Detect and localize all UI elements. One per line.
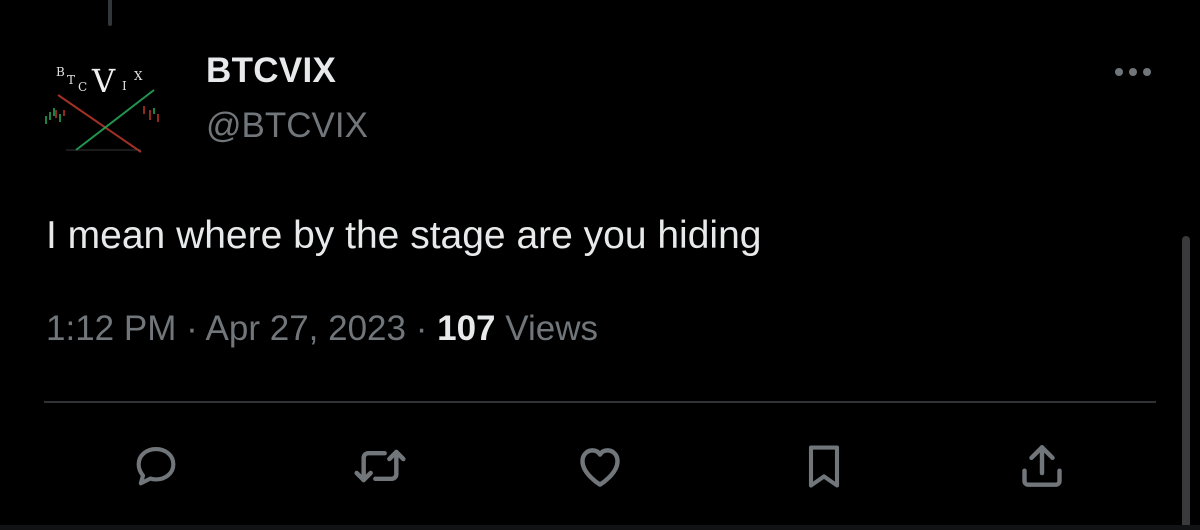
bookmark-button[interactable] <box>794 438 854 494</box>
tweet-metadata: 1:12 PM · Apr 27, 2023 · 107 Views <box>46 309 598 349</box>
avatar-letter: B <box>56 65 65 79</box>
like-button[interactable] <box>570 438 630 494</box>
avatar-letter: C <box>78 80 87 94</box>
views-label: Views <box>505 309 598 348</box>
retweet-button[interactable] <box>350 438 410 494</box>
more-dots-icon <box>1115 68 1151 76</box>
divider <box>44 401 1156 403</box>
speech-bubble-icon <box>136 447 176 486</box>
reply-button[interactable] <box>126 438 186 494</box>
user-handle[interactable]: @BTCVIX <box>206 106 368 146</box>
share-upload-icon <box>1022 445 1062 487</box>
avatar-letter: X <box>134 69 143 83</box>
bookmark-icon <box>808 445 840 488</box>
meta-separator: · <box>415 309 428 348</box>
bottom-edge <box>0 525 1200 530</box>
meta-separator: · <box>186 309 198 348</box>
retweet-arrows-icon <box>354 449 406 483</box>
share-button[interactable] <box>1012 438 1072 494</box>
tweet-date[interactable]: Apr 27, 2023 <box>206 309 406 348</box>
views-count[interactable]: 107 <box>437 309 495 348</box>
avatar[interactable]: B T C V I X <box>36 50 176 160</box>
avatar-letter: I <box>122 79 127 93</box>
more-options-button[interactable] <box>1108 56 1158 88</box>
avatar-letter: T <box>67 73 75 87</box>
thread-connector-line <box>108 0 112 26</box>
btcvix-logo: B T C V I X <box>45 62 159 153</box>
heart-icon <box>580 448 620 487</box>
tweet-text: I mean where by the stage are you hiding <box>46 214 762 257</box>
avatar-letter: V <box>91 62 116 100</box>
display-name[interactable]: BTCVIX <box>206 51 336 91</box>
tweet-time[interactable]: 1:12 PM <box>46 309 176 348</box>
scrollbar[interactable] <box>1182 236 1190 530</box>
